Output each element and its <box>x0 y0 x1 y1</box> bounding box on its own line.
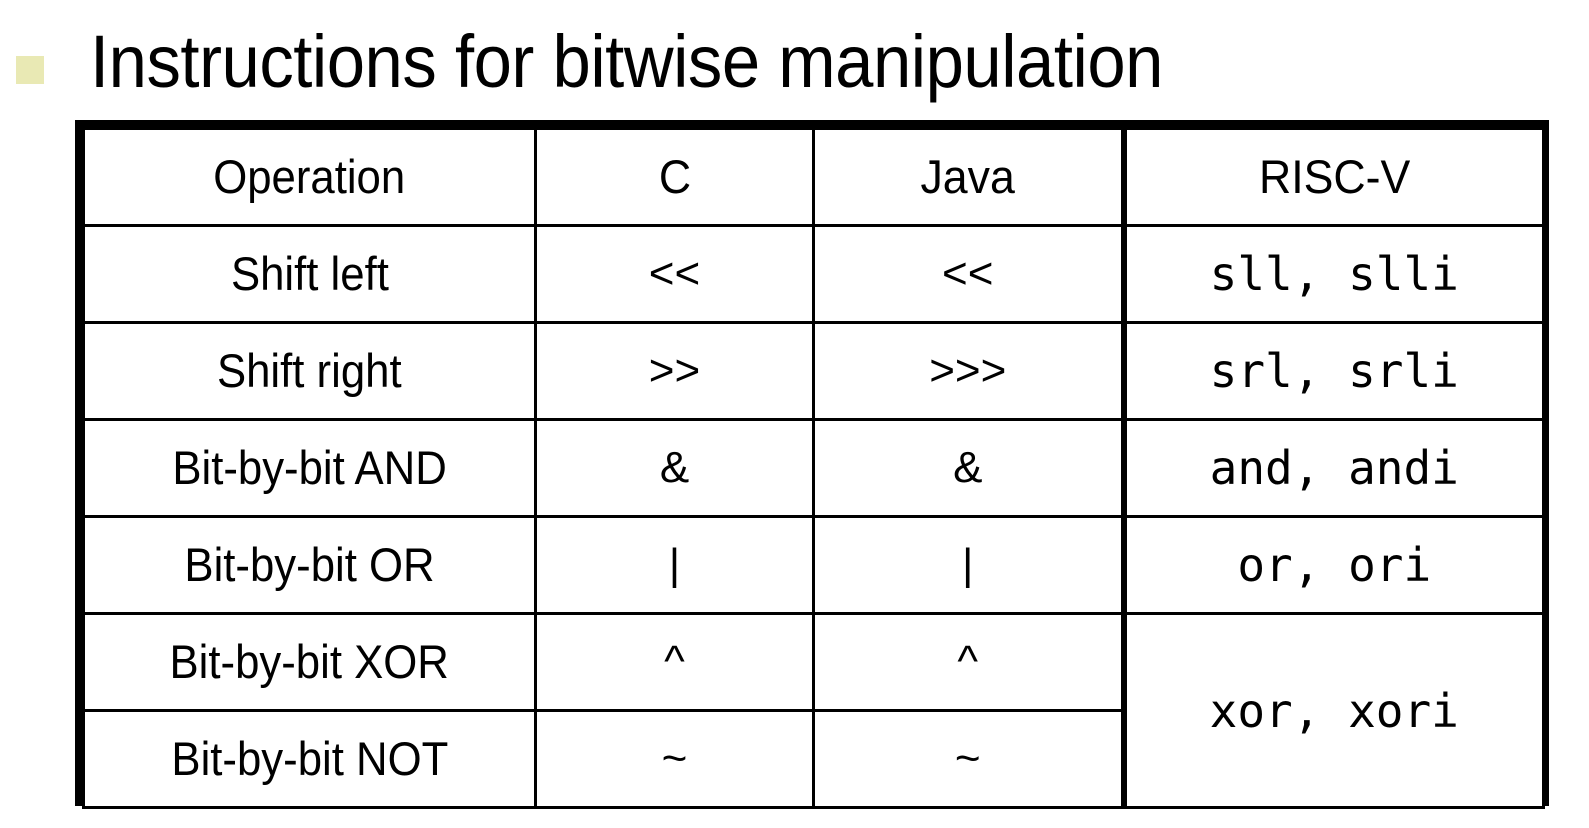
cell-riscv-2-text: and, andi <box>1209 441 1459 495</box>
cell-riscv-4: xor, xori <box>1120 612 1545 809</box>
cell-riscv-3-text: or, ori <box>1237 538 1432 592</box>
cell-operation-0: Shift left <box>82 224 537 324</box>
cell-operation-5-text: Bit-by-bit NOT <box>171 732 448 785</box>
cell-operation-3: Bit-by-bit OR <box>82 515 537 615</box>
cell-riscv-3: or, ori <box>1120 515 1545 615</box>
cell-java-2-text: & <box>953 443 983 492</box>
cell-c-3-text: | <box>668 540 681 589</box>
header-java-text: Java <box>920 150 1015 203</box>
cell-c-5-text: ~ <box>661 734 688 783</box>
cell-java-1-text: >>> <box>929 346 1007 395</box>
cell-java-5-text: ~ <box>954 734 981 783</box>
header-riscv: RISC-V <box>1120 127 1545 227</box>
cell-java-2: & <box>812 418 1125 518</box>
slide-canvas: Instructions for bitwise manipulation Op… <box>0 0 1589 828</box>
cell-java-4: ^ <box>812 612 1125 712</box>
cell-c-2: & <box>534 418 815 518</box>
table-header-row: Operation C Java RISC-V <box>82 127 1545 227</box>
table-row: Shift right >> >>> srl, srli <box>82 321 1545 421</box>
cell-operation-0-text: Shift left <box>230 247 389 300</box>
cell-riscv-4-text: xor, xori <box>1209 683 1459 738</box>
table-row: Bit-by-bit XOR ^ ^ xor, xori <box>82 612 1545 809</box>
cell-operation-3-text: Bit-by-bit OR <box>184 538 435 591</box>
bitwise-operations-table: Operation C Java RISC-V Shift left << << sll, s… <box>82 127 1545 809</box>
header-operation-text: Operation <box>213 150 406 203</box>
cell-riscv-0: sll, slli <box>1120 224 1545 324</box>
cell-c-0-text: << <box>648 249 701 298</box>
cell-java-4-text: ^ <box>957 637 979 686</box>
cell-riscv-2: and, andi <box>1120 418 1545 518</box>
cell-riscv-1-text: srl, srli <box>1209 344 1459 398</box>
cell-operation-5: Bit-by-bit NOT <box>82 709 537 809</box>
cell-c-1: >> <box>534 321 815 421</box>
header-operation: Operation <box>82 127 537 227</box>
table-row: Bit-by-bit AND & & and, andi <box>82 418 1545 518</box>
table-row: Shift left << << sll, slli <box>82 224 1545 324</box>
cell-java-0: << <box>812 224 1125 324</box>
header-c: C <box>534 127 815 227</box>
cell-java-3-text: | <box>962 540 974 589</box>
cell-c-5: ~ <box>534 709 815 809</box>
cell-riscv-1: srl, srli <box>1120 321 1545 421</box>
cell-c-3: | <box>534 515 815 615</box>
cell-java-0-text: << <box>942 249 994 298</box>
bitwise-operations-table-frame: Operation C Java RISC-V Shift left << << sll, s… <box>75 120 1549 809</box>
slide-title-row: Instructions for bitwise manipulation <box>0 0 1589 118</box>
page-title: Instructions for bitwise manipulation <box>90 20 1163 103</box>
cell-c-2-text: & <box>659 443 690 492</box>
cell-java-1: >>> <box>812 321 1125 421</box>
cell-operation-4-text: Bit-by-bit XOR <box>169 635 450 688</box>
cell-operation-2: Bit-by-bit AND <box>82 418 537 518</box>
cell-operation-2-text: Bit-by-bit AND <box>172 441 447 494</box>
cell-c-1-text: >> <box>648 346 701 395</box>
cell-c-4: ^ <box>534 612 815 712</box>
cell-java-3: | <box>812 515 1125 615</box>
header-riscv-text: RISC-V <box>1258 150 1410 203</box>
header-c-text: C <box>658 150 691 203</box>
cell-c-0: << <box>534 224 815 324</box>
cell-c-4-text: ^ <box>664 637 685 686</box>
cell-operation-4: Bit-by-bit XOR <box>82 612 537 712</box>
cell-java-5: ~ <box>812 709 1125 809</box>
bullet-square-icon <box>16 56 44 84</box>
table-body: Operation C Java RISC-V Shift left << << sll, s… <box>82 127 1545 809</box>
cell-operation-1: Shift right <box>82 321 537 421</box>
cell-operation-1-text: Shift right <box>217 344 402 397</box>
cell-riscv-0-text: sll, slli <box>1209 247 1459 301</box>
table-row: Bit-by-bit OR | | or, ori <box>82 515 1545 615</box>
header-java: Java <box>812 127 1125 227</box>
